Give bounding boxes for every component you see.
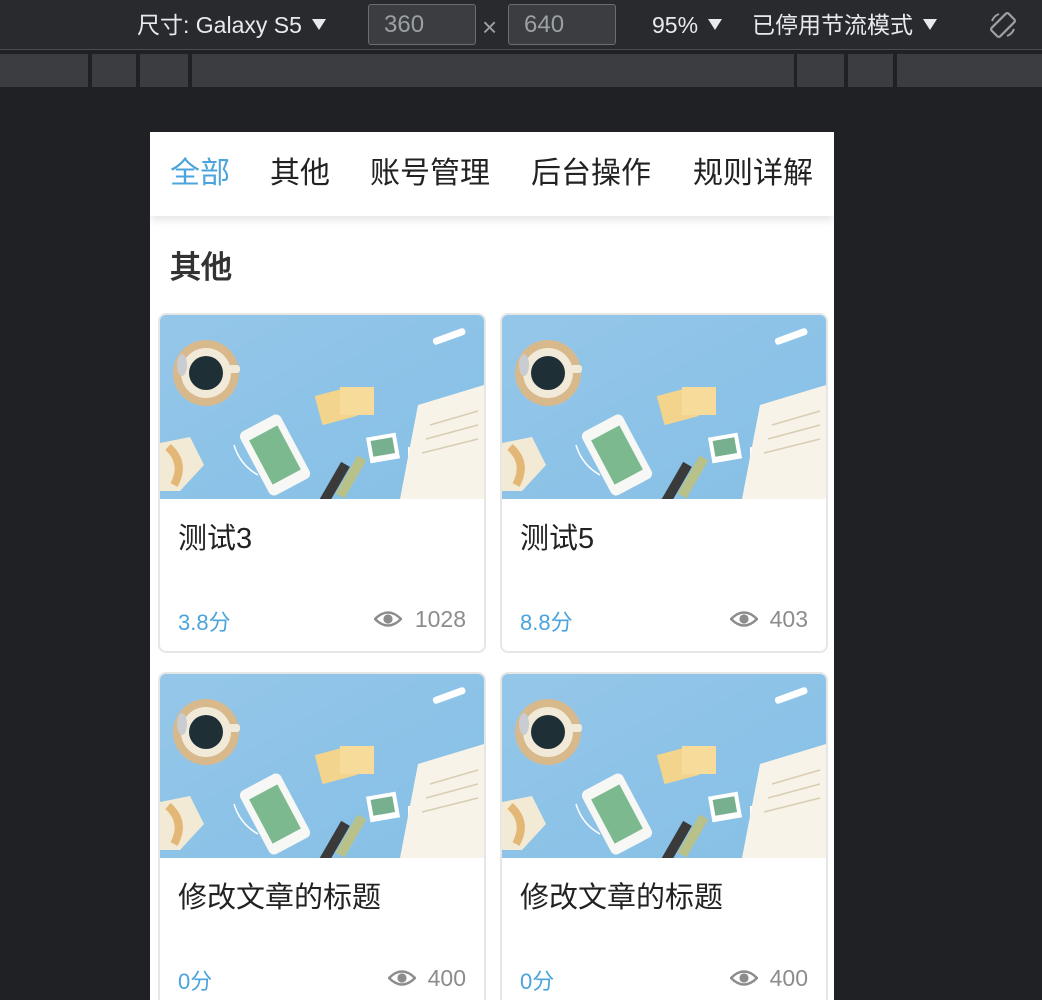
- article-title: 修改文章的标题: [178, 882, 382, 914]
- media-query-segment[interactable]: [897, 54, 1042, 87]
- article-view-count: 1028: [414, 606, 466, 632]
- zoom-label: 95%: [652, 12, 699, 38]
- media-query-segment[interactable]: [192, 54, 794, 87]
- eye-icon: [388, 970, 416, 986]
- tab-account-management[interactable]: 账号管理: [370, 132, 490, 216]
- section-title: 其他: [170, 250, 232, 285]
- tab-backend-operation[interactable]: 后台操作: [531, 132, 651, 216]
- article-card[interactable]: 测试3 3.8分 1028: [158, 313, 486, 653]
- dimension-separator: ×: [482, 12, 498, 42]
- media-query-segment[interactable]: [797, 54, 844, 87]
- eye-icon: [374, 611, 402, 627]
- article-card[interactable]: 修改文章的标题 0分 400: [158, 672, 486, 1000]
- height-input[interactable]: 640: [508, 4, 616, 45]
- media-query-segment[interactable]: [848, 54, 893, 87]
- media-query-segment[interactable]: [140, 54, 188, 87]
- article-score: 0分: [178, 969, 213, 994]
- eye-icon: [730, 970, 758, 986]
- device-select-label: 尺寸: Galaxy S5: [137, 12, 302, 38]
- media-query-bar: [0, 52, 1042, 88]
- article-score: 8.8分: [520, 610, 573, 635]
- devtools-device-toolbar: 尺寸: Galaxy S5 360 × 640 95% 已停用节流模式: [0, 0, 1042, 50]
- category-tab-bar: 全部 其他 账号管理 后台操作 规则详解: [150, 132, 834, 216]
- article-card[interactable]: 修改文章的标题 0分 400: [500, 672, 828, 1000]
- article-card[interactable]: 测试5 8.8分 403: [500, 313, 828, 653]
- rotate-device-icon[interactable]: [988, 10, 1018, 40]
- chevron-down-icon: [923, 19, 937, 30]
- article-thumbnail: [160, 315, 484, 499]
- device-viewport: 全部 其他 账号管理 后台操作 规则详解 其他 测试3 3.8分 1028 测试…: [150, 132, 834, 1000]
- article-title: 测试5: [520, 523, 595, 555]
- eye-icon: [730, 611, 758, 627]
- media-query-segment[interactable]: [0, 54, 88, 87]
- article-title: 修改文章的标题: [520, 882, 724, 914]
- article-thumbnail: [502, 674, 826, 858]
- tab-other[interactable]: 其他: [270, 132, 330, 216]
- chevron-down-icon: [708, 19, 723, 30]
- chevron-down-icon: [311, 19, 326, 30]
- throttle-select[interactable]: 已停用节流模式: [752, 0, 937, 50]
- article-view-count: 400: [769, 965, 808, 991]
- zoom-select[interactable]: 95%: [652, 0, 723, 50]
- article-title: 测试3: [178, 523, 253, 555]
- article-thumbnail: [160, 674, 484, 858]
- throttle-label: 已停用节流模式: [752, 12, 913, 38]
- width-input[interactable]: 360: [368, 4, 476, 45]
- article-thumbnail: [502, 315, 826, 499]
- article-view-count: 400: [427, 965, 466, 991]
- media-query-segment[interactable]: [92, 54, 136, 87]
- article-score: 0分: [520, 969, 555, 994]
- device-select[interactable]: 尺寸: Galaxy S5: [137, 0, 326, 50]
- tab-rules-explained[interactable]: 规则详解: [693, 132, 813, 216]
- article-view-count: 403: [769, 606, 808, 632]
- tab-all[interactable]: 全部: [170, 132, 230, 216]
- article-score: 3.8分: [178, 610, 231, 635]
